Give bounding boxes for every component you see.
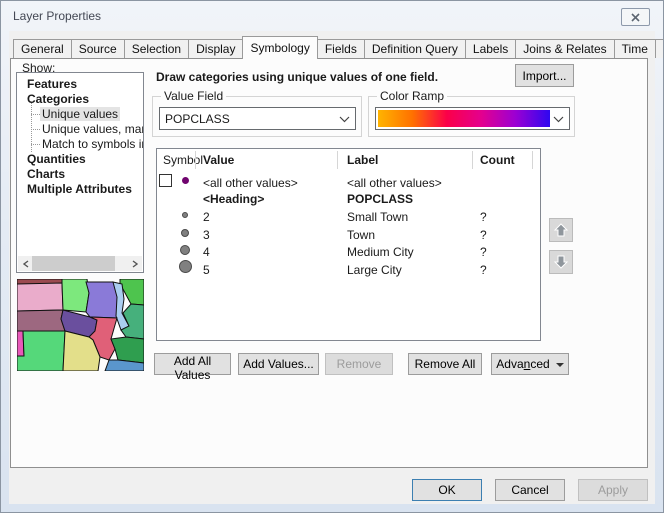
ok-button[interactable]: OK: [412, 479, 482, 501]
remove-button[interactable]: Remove: [325, 353, 393, 375]
table-cell-label: POPCLASS: [347, 192, 413, 206]
table-cell-count: ?: [480, 245, 487, 259]
circle-symbol-icon: [181, 229, 189, 237]
tab-selection[interactable]: Selection: [124, 39, 189, 58]
tab-labels[interactable]: Labels: [465, 39, 516, 58]
tree-item-features[interactable]: Features: [17, 77, 143, 92]
col-header-count: Count: [480, 153, 515, 167]
table-cell-count: ?: [480, 210, 487, 224]
tree-item-unique-values[interactable]: Unique values: [17, 107, 143, 122]
circle-symbol-icon: [180, 245, 190, 255]
move-up-button[interactable]: [549, 218, 573, 242]
table-row[interactable]: <all other values>: [203, 176, 298, 190]
value-field-selected: POPCLASS: [165, 112, 230, 126]
dialog-title: Layer Properties: [13, 9, 101, 23]
advanced-button[interactable]: Advanced: [491, 353, 569, 375]
color-ramp-preview: [378, 110, 550, 127]
tab-time[interactable]: Time: [614, 39, 656, 58]
color-ramp-group: Color Ramp: [368, 96, 575, 137]
tab-symbology[interactable]: Symbology: [242, 36, 317, 59]
cancel-button[interactable]: Cancel: [495, 479, 565, 501]
table-cell-count: ?: [480, 228, 487, 242]
panel-description: Draw categories using unique values of o…: [156, 70, 438, 84]
close-icon: [631, 13, 640, 22]
table-cell-label: <all other values>: [347, 176, 442, 190]
col-header-label: Label: [347, 153, 378, 167]
tree-item-multiple-attributes[interactable]: Multiple Attributes: [17, 182, 143, 197]
table-cell-label: Medium City: [347, 245, 414, 259]
symbol-class-3[interactable]: [157, 225, 195, 242]
scroll-right-icon[interactable]: [127, 256, 142, 271]
tab-html-popup[interactable]: HTML Popup: [655, 39, 664, 58]
value-field-dropdown[interactable]: POPCLASS: [159, 107, 356, 130]
tree-item-quantities[interactable]: Quantities: [17, 152, 143, 167]
show-tree-listbox[interactable]: Features Categories Unique values Unique…: [16, 72, 144, 273]
color-ramp-dropdown[interactable]: [375, 107, 570, 130]
dialog-client-area: General Source Selection Display Symbolo…: [9, 31, 655, 504]
all-other-values-checkbox[interactable]: [159, 174, 172, 187]
table-row[interactable]: 4: [203, 245, 210, 259]
layer-properties-dialog: Layer Properties General Source Selectio…: [0, 0, 664, 513]
table-cell-count: ?: [480, 263, 487, 277]
arrow-down-icon: [553, 254, 569, 270]
circle-symbol-icon: [179, 260, 192, 273]
table-row[interactable]: 2: [203, 210, 210, 224]
table-row[interactable]: 3: [203, 228, 210, 242]
table-cell-label: Large City: [347, 263, 402, 277]
chevron-down-icon: [553, 116, 564, 123]
tree-item-match-to-symbols[interactable]: Match to symbols in a: [17, 137, 143, 152]
symbol-class-5[interactable]: [157, 259, 195, 276]
scroll-left-icon[interactable]: [18, 256, 33, 271]
tree-item-unique-values-many[interactable]: Unique values, many: [17, 122, 143, 137]
dropdown-arrow-icon: [556, 363, 564, 367]
col-header-value: Value: [203, 153, 234, 167]
tab-display[interactable]: Display: [188, 39, 243, 58]
symbol-class-2[interactable]: [157, 207, 195, 224]
symbol-all-other-values[interactable]: [157, 173, 195, 190]
color-ramp-label: Color Ramp: [377, 89, 447, 103]
table-cell-label: Small Town: [347, 210, 408, 224]
import-button[interactable]: Import...: [515, 64, 574, 87]
tree-item-charts[interactable]: Charts: [17, 167, 143, 182]
tab-fields[interactable]: Fields: [317, 39, 365, 58]
tree-item-categories[interactable]: Categories: [17, 92, 143, 107]
tab-strip: General Source Selection Display Symbolo…: [13, 37, 664, 58]
move-down-button[interactable]: [549, 250, 573, 274]
symbology-tab-panel: Show: Features Categories Unique values …: [10, 58, 648, 468]
table-row[interactable]: <Heading>: [203, 192, 264, 206]
title-bar[interactable]: Layer Properties: [1, 1, 663, 31]
col-header-symbol: Symbol: [163, 153, 203, 167]
remove-all-button[interactable]: Remove All: [408, 353, 482, 375]
tab-definition-query[interactable]: Definition Query: [364, 39, 466, 58]
table-row[interactable]: 5: [203, 263, 210, 277]
add-values-button[interactable]: Add Values...: [238, 353, 319, 375]
table-cell-label: Town: [347, 228, 375, 242]
tab-joins-relates[interactable]: Joins & Relates: [515, 39, 614, 58]
arrow-up-icon: [553, 222, 569, 238]
tab-source[interactable]: Source: [71, 39, 125, 58]
map-preview: [17, 279, 144, 371]
tab-general[interactable]: General: [13, 39, 72, 58]
apply-button[interactable]: Apply: [578, 479, 648, 501]
chevron-down-icon: [339, 116, 350, 123]
tree-horizontal-scrollbar[interactable]: [18, 256, 142, 271]
all-other-values-symbol-icon: [182, 177, 189, 184]
circle-symbol-icon: [182, 212, 188, 218]
symbol-class-4[interactable]: [157, 242, 195, 259]
value-field-group: Value Field POPCLASS: [152, 96, 362, 137]
close-button[interactable]: [621, 8, 650, 26]
value-field-label: Value Field: [161, 89, 226, 103]
add-all-values-button[interactable]: Add All Values: [154, 353, 231, 375]
categories-children: Unique values Unique values, many Match …: [17, 107, 143, 152]
scrollbar-thumb[interactable]: [32, 256, 115, 271]
symbol-value-table[interactable]: Symbol Value Label Count <all other valu…: [156, 148, 541, 341]
